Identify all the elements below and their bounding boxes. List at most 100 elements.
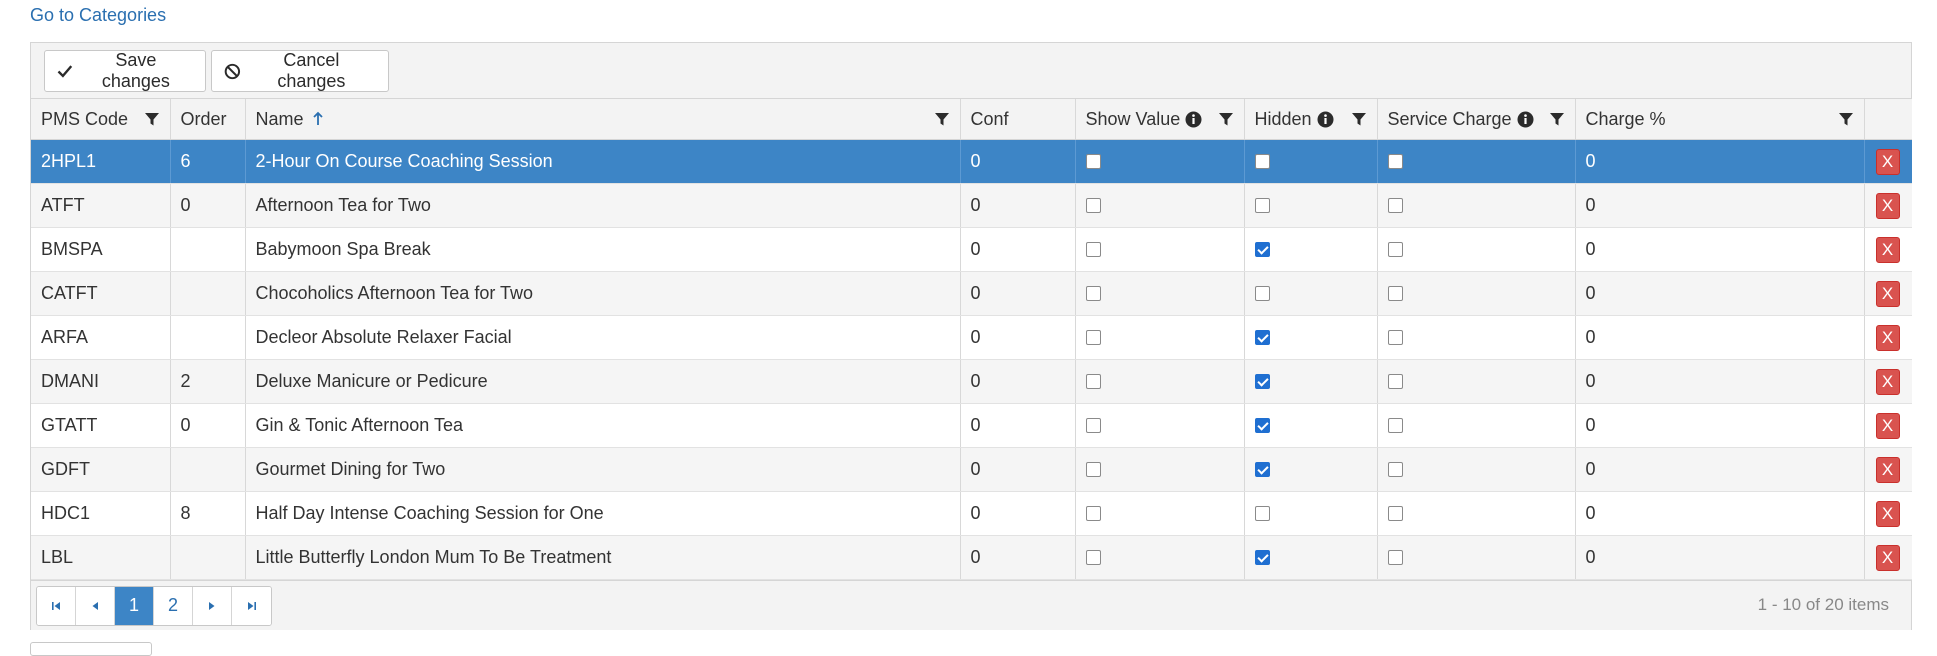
delete-row-button[interactable]: X <box>1875 236 1900 263</box>
delete-row-button[interactable]: X <box>1875 280 1900 307</box>
name-cell[interactable]: Afternoon Tea for Two <box>245 183 961 228</box>
pms-code-cell[interactable]: GTATT <box>31 403 171 448</box>
order-cell[interactable] <box>170 227 246 272</box>
service-charge-checkbox[interactable] <box>1387 154 1403 169</box>
name-cell[interactable]: 2-Hour On Course Coaching Session <box>245 139 961 184</box>
charge-pct-cell[interactable]: 0 <box>1575 491 1865 536</box>
name-cell[interactable]: Half Day Intense Coaching Session for On… <box>245 491 961 536</box>
pms-code-cell[interactable]: GDFT <box>31 447 171 492</box>
order-cell[interactable]: 8 <box>170 491 246 536</box>
delete-row-button[interactable]: X <box>1875 324 1900 351</box>
charge-pct-cell[interactable]: 0 <box>1575 139 1865 184</box>
name-cell[interactable]: Deluxe Manicure or Pedicure <box>245 359 961 404</box>
last-page-button[interactable] <box>232 586 271 625</box>
hidden-checkbox[interactable] <box>1254 550 1270 565</box>
delete-row-button[interactable]: X <box>1875 456 1900 483</box>
table-row[interactable]: HDC1 8 Half Day Intense Coaching Session f… <box>31 491 1912 536</box>
filter-icon[interactable] <box>144 111 160 127</box>
column-header-charge-pct[interactable]: Charge % <box>1575 99 1865 140</box>
charge-pct-cell[interactable]: 0 <box>1575 359 1865 404</box>
conf-cell[interactable]: 0 <box>960 183 1076 228</box>
hidden-checkbox[interactable] <box>1254 330 1270 345</box>
save-changes-button[interactable]: Save changes <box>44 50 206 92</box>
name-cell[interactable]: Little Butterfly London Mum To Be Treatm… <box>245 535 961 580</box>
hidden-checkbox[interactable] <box>1254 418 1270 433</box>
page-1-button[interactable]: 1 <box>115 586 154 625</box>
pms-code-cell[interactable]: ATFT <box>31 183 171 228</box>
info-icon[interactable] <box>1317 111 1334 128</box>
order-cell[interactable]: 0 <box>170 183 246 228</box>
column-header-service-charge[interactable]: Service Charge <box>1377 99 1576 140</box>
service-charge-checkbox[interactable] <box>1387 550 1403 565</box>
order-cell[interactable] <box>170 447 246 492</box>
column-header-name[interactable]: Name <box>245 99 961 140</box>
conf-cell[interactable]: 0 <box>960 359 1076 404</box>
filter-icon[interactable] <box>1351 111 1367 127</box>
delete-row-button[interactable]: X <box>1875 368 1900 395</box>
table-row[interactable]: GTATT 0 Gin & Tonic Afternoon Tea 0 0 X <box>31 403 1912 448</box>
column-header-pms-code[interactable]: PMS Code <box>31 99 171 140</box>
charge-pct-cell[interactable]: 0 <box>1575 271 1865 316</box>
table-row[interactable]: DMANI 2 Deluxe Manicure or Pedicure 0 0 X <box>31 359 1912 404</box>
column-header-hidden[interactable]: Hidden <box>1244 99 1378 140</box>
order-cell[interactable]: 2 <box>170 359 246 404</box>
charge-pct-cell[interactable]: 0 <box>1575 227 1865 272</box>
delete-row-button[interactable]: X <box>1875 544 1900 571</box>
order-cell[interactable] <box>170 535 246 580</box>
order-cell[interactable] <box>170 271 246 316</box>
table-row[interactable]: BMSPA Babymoon Spa Break 0 0 X <box>31 227 1912 272</box>
filter-icon[interactable] <box>1218 111 1234 127</box>
pms-code-cell[interactable]: 2HPL1 <box>31 139 171 184</box>
conf-cell[interactable]: 0 <box>960 535 1076 580</box>
column-header-conf[interactable]: Conf <box>960 99 1076 140</box>
hidden-checkbox[interactable] <box>1254 242 1270 257</box>
conf-cell[interactable]: 0 <box>960 491 1076 536</box>
name-cell[interactable]: Chocoholics Afternoon Tea for Two <box>245 271 961 316</box>
column-header-show-value[interactable]: Show Value <box>1075 99 1245 140</box>
service-charge-checkbox[interactable] <box>1387 330 1403 345</box>
show-value-checkbox[interactable] <box>1085 374 1101 389</box>
conf-cell[interactable]: 0 <box>960 447 1076 492</box>
service-charge-checkbox[interactable] <box>1387 286 1403 301</box>
hidden-checkbox[interactable] <box>1254 198 1270 213</box>
delete-row-button[interactable]: X <box>1875 500 1900 527</box>
table-row[interactable]: CATFT Chocoholics Afternoon Tea for Two 0 0… <box>31 271 1912 316</box>
delete-row-button[interactable]: X <box>1875 412 1900 439</box>
charge-pct-cell[interactable]: 0 <box>1575 535 1865 580</box>
charge-pct-cell[interactable]: 0 <box>1575 403 1865 448</box>
service-charge-checkbox[interactable] <box>1387 374 1403 389</box>
delete-row-button[interactable]: X <box>1875 192 1900 219</box>
name-cell[interactable]: Gourmet Dining for Two <box>245 447 961 492</box>
filter-icon[interactable] <box>1549 111 1565 127</box>
hidden-checkbox[interactable] <box>1254 506 1270 521</box>
charge-pct-cell[interactable]: 0 <box>1575 183 1865 228</box>
go-to-categories-link[interactable]: Go to Categories <box>30 5 166 26</box>
pms-code-cell[interactable]: CATFT <box>31 271 171 316</box>
filter-icon[interactable] <box>1838 111 1854 127</box>
service-charge-checkbox[interactable] <box>1387 506 1403 521</box>
hidden-checkbox[interactable] <box>1254 154 1270 169</box>
show-value-checkbox[interactable] <box>1085 462 1101 477</box>
conf-cell[interactable]: 0 <box>960 227 1076 272</box>
service-charge-checkbox[interactable] <box>1387 198 1403 213</box>
charge-pct-cell[interactable]: 0 <box>1575 447 1865 492</box>
table-row[interactable]: GDFT Gourmet Dining for Two 0 0 X <box>31 447 1912 492</box>
show-value-checkbox[interactable] <box>1085 198 1101 213</box>
bottom-button-partial[interactable] <box>30 642 152 656</box>
cancel-changes-button[interactable]: Cancel changes <box>211 50 389 92</box>
order-cell[interactable]: 6 <box>170 139 246 184</box>
order-cell[interactable]: 0 <box>170 403 246 448</box>
show-value-checkbox[interactable] <box>1085 242 1101 257</box>
conf-cell[interactable]: 0 <box>960 271 1076 316</box>
show-value-checkbox[interactable] <box>1085 154 1101 169</box>
hidden-checkbox[interactable] <box>1254 462 1270 477</box>
page-2-button[interactable]: 2 <box>154 586 193 625</box>
first-page-button[interactable] <box>37 586 76 625</box>
name-cell[interactable]: Decleor Absolute Relaxer Facial <box>245 315 961 360</box>
show-value-checkbox[interactable] <box>1085 418 1101 433</box>
service-charge-checkbox[interactable] <box>1387 242 1403 257</box>
show-value-checkbox[interactable] <box>1085 286 1101 301</box>
info-icon[interactable] <box>1185 111 1202 128</box>
conf-cell[interactable]: 0 <box>960 403 1076 448</box>
table-row[interactable]: ATFT 0 Afternoon Tea for Two 0 0 X <box>31 183 1912 228</box>
